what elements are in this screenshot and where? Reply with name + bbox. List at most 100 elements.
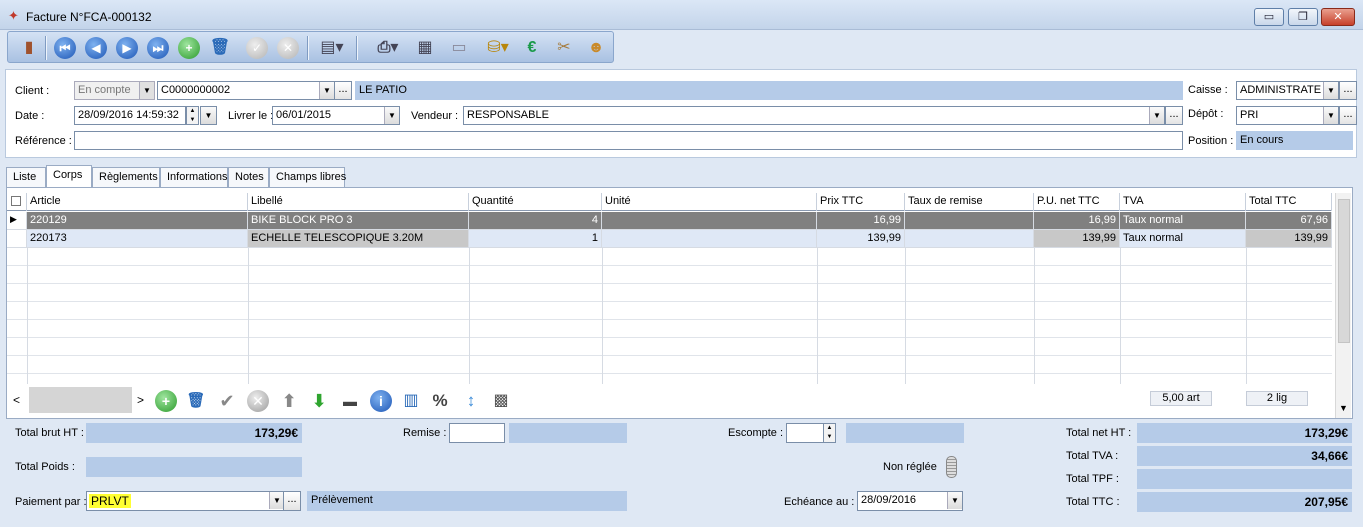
table-row[interactable]: ▶ 220129 BIKE BLOCK PRO 3 4 16,99 16,99 … <box>7 212 1332 230</box>
cell-article[interactable]: 220173 <box>27 230 248 248</box>
cell-tva[interactable]: Taux normal <box>1120 230 1246 248</box>
horizontal-scrollbar-thumb[interactable] <box>29 387 132 413</box>
date-spinner[interactable]: ▲ ▼ <box>186 106 199 125</box>
select-all-checkbox[interactable] <box>7 193 27 211</box>
vendeur-lookup-button[interactable]: ... <box>1165 106 1183 125</box>
livrer-date-field[interactable]: 06/01/2015 <box>272 106 400 125</box>
cell-pu-net-ttc[interactable]: 16,99 <box>1034 212 1120 230</box>
add-line-icon[interactable]: + <box>155 390 177 412</box>
cancel-line-icon[interactable]: ✕ <box>247 390 269 412</box>
cell-libelle[interactable]: ECHELLE TELESCOPIQUE 3.20M <box>248 230 469 248</box>
remise-field[interactable] <box>449 423 505 443</box>
close-button[interactable]: ✕ <box>1321 8 1355 26</box>
vertical-scrollbar[interactable]: ▼ <box>1335 193 1351 418</box>
first-record-icon[interactable]: ⏮ <box>54 37 76 59</box>
vertical-resize-icon[interactable]: ↕ <box>460 390 482 412</box>
maximize-button[interactable]: ❐ <box>1288 8 1318 26</box>
print-icon[interactable]: ⎙▾ <box>370 37 406 59</box>
info-icon[interactable]: i <box>370 390 392 412</box>
column-pu-net-ttc[interactable]: P.U. net TTC <box>1034 193 1120 211</box>
date-field[interactable]: 28/09/2016 14:59:32 <box>74 106 186 125</box>
table-row[interactable]: 220173 ECHELLE TELESCOPIQUE 3.20M 1 139,… <box>7 230 1332 248</box>
escompte-field[interactable] <box>786 423 828 443</box>
escompte-spinner[interactable]: ▲ ▼ <box>823 423 836 443</box>
cell-article[interactable]: 220129 <box>27 212 248 230</box>
tab-notes[interactable]: Notes <box>228 167 269 187</box>
percent-icon[interactable]: % <box>429 390 451 412</box>
column-total-ttc[interactable]: Total TTC <box>1246 193 1332 211</box>
cell-taux-remise[interactable] <box>905 212 1034 230</box>
cell-quantite[interactable]: 4 <box>469 212 602 230</box>
chevron-down-icon[interactable]: ▼ <box>139 82 154 99</box>
column-tva[interactable]: TVA <box>1120 193 1246 211</box>
cell-tva[interactable]: Taux normal <box>1120 212 1246 230</box>
paiement-lookup-button[interactable]: ... <box>283 491 301 511</box>
chevron-down-icon[interactable]: ▼ <box>1149 107 1164 124</box>
scrollbar-thumb[interactable] <box>1338 199 1350 343</box>
tab-reglements[interactable]: Règlements <box>92 167 160 187</box>
cell-unite[interactable] <box>602 230 817 248</box>
paiement-select[interactable]: PRLVT <box>86 491 286 511</box>
payment-menu-icon[interactable]: ⛁▾ <box>480 37 516 59</box>
tab-liste[interactable]: Liste <box>6 167 46 187</box>
exit-door-icon[interactable]: ▮ <box>18 37 40 59</box>
caisse-lookup-button[interactable]: ... <box>1339 81 1357 100</box>
minimize-button[interactable]: ▭ <box>1254 8 1284 26</box>
cell-prix-ttc[interactable]: 16,99 <box>817 212 905 230</box>
last-record-icon[interactable]: ⏭ <box>147 37 169 59</box>
cell-unite[interactable] <box>602 212 817 230</box>
coins-icon[interactable] <box>946 456 957 478</box>
scroll-down-icon[interactable]: ▼ <box>1339 403 1348 413</box>
chevron-down-icon[interactable]: ▼ <box>1323 107 1338 124</box>
empty-row[interactable] <box>7 356 1332 374</box>
tab-corps[interactable]: Corps <box>46 165 92 188</box>
users-icon[interactable]: ☻ <box>585 37 607 59</box>
empty-row[interactable] <box>7 248 1332 266</box>
euro-icon[interactable]: € <box>521 37 543 59</box>
empty-row[interactable] <box>7 266 1332 284</box>
delete-record-icon[interactable]: 🗑 <box>209 37 231 59</box>
empty-row[interactable] <box>7 284 1332 302</box>
reference-field[interactable] <box>74 131 1183 150</box>
validate-line-icon[interactable]: ✔ <box>216 390 238 412</box>
cell-taux-remise[interactable] <box>905 230 1034 248</box>
chevron-down-icon[interactable]: ▼ <box>384 107 399 124</box>
vendeur-select[interactable]: RESPONSABLE <box>463 106 1165 125</box>
cell-total-ttc[interactable]: 67,96 <box>1246 212 1332 230</box>
previous-record-icon[interactable]: ◀ <box>85 37 107 59</box>
warehouse-icon[interactable]: ▩ <box>490 390 512 412</box>
empty-row[interactable] <box>7 320 1332 338</box>
document-menu-icon[interactable]: ▤▾ <box>317 37 347 59</box>
column-prix-ttc[interactable]: Prix TTC <box>817 193 905 211</box>
date-dropdown[interactable]: ▼ <box>200 106 217 125</box>
next-record-icon[interactable]: ▶ <box>116 37 138 59</box>
empty-row[interactable] <box>7 302 1332 320</box>
tools-icon[interactable]: ✂ <box>553 37 575 59</box>
cell-pu-net-ttc[interactable]: 139,99 <box>1034 230 1120 248</box>
card-icon[interactable]: ▬ <box>339 390 361 412</box>
cell-quantite[interactable]: 1 <box>469 230 602 248</box>
print-preview-icon[interactable]: ▦ <box>414 37 436 59</box>
cell-total-ttc[interactable]: 139,99 <box>1246 230 1332 248</box>
column-quantite[interactable]: Quantité <box>469 193 602 211</box>
depot-lookup-button[interactable]: ... <box>1339 106 1357 125</box>
tab-champs-libres[interactable]: Champs libres <box>269 167 346 187</box>
empty-row[interactable] <box>7 338 1332 356</box>
column-libelle[interactable]: Libellé <box>248 193 469 211</box>
scroll-right-icon[interactable]: > <box>137 393 144 407</box>
column-unite[interactable]: Unité <box>602 193 817 211</box>
column-taux-remise[interactable]: Taux de remise <box>905 193 1034 211</box>
chevron-down-icon[interactable]: ▼ <box>269 492 284 509</box>
chevron-down-icon[interactable]: ▼ <box>1323 82 1338 99</box>
move-down-icon[interactable]: ⬇ <box>308 390 330 412</box>
cell-prix-ttc[interactable]: 139,99 <box>817 230 905 248</box>
scroll-left-icon[interactable]: < <box>13 393 20 407</box>
chevron-down-icon[interactable]: ▼ <box>947 492 962 509</box>
cell-libelle[interactable]: BIKE BLOCK PRO 3 <box>248 212 469 230</box>
delete-line-icon[interactable]: 🗑 <box>185 390 207 412</box>
validate-icon[interactable]: ✓ <box>246 37 268 59</box>
client-lookup-button[interactable]: ... <box>334 81 352 100</box>
column-article[interactable]: Article <box>27 193 248 211</box>
calculator-icon[interactable]: ▥ <box>400 390 422 412</box>
cancel-icon[interactable]: ✕ <box>277 37 299 59</box>
